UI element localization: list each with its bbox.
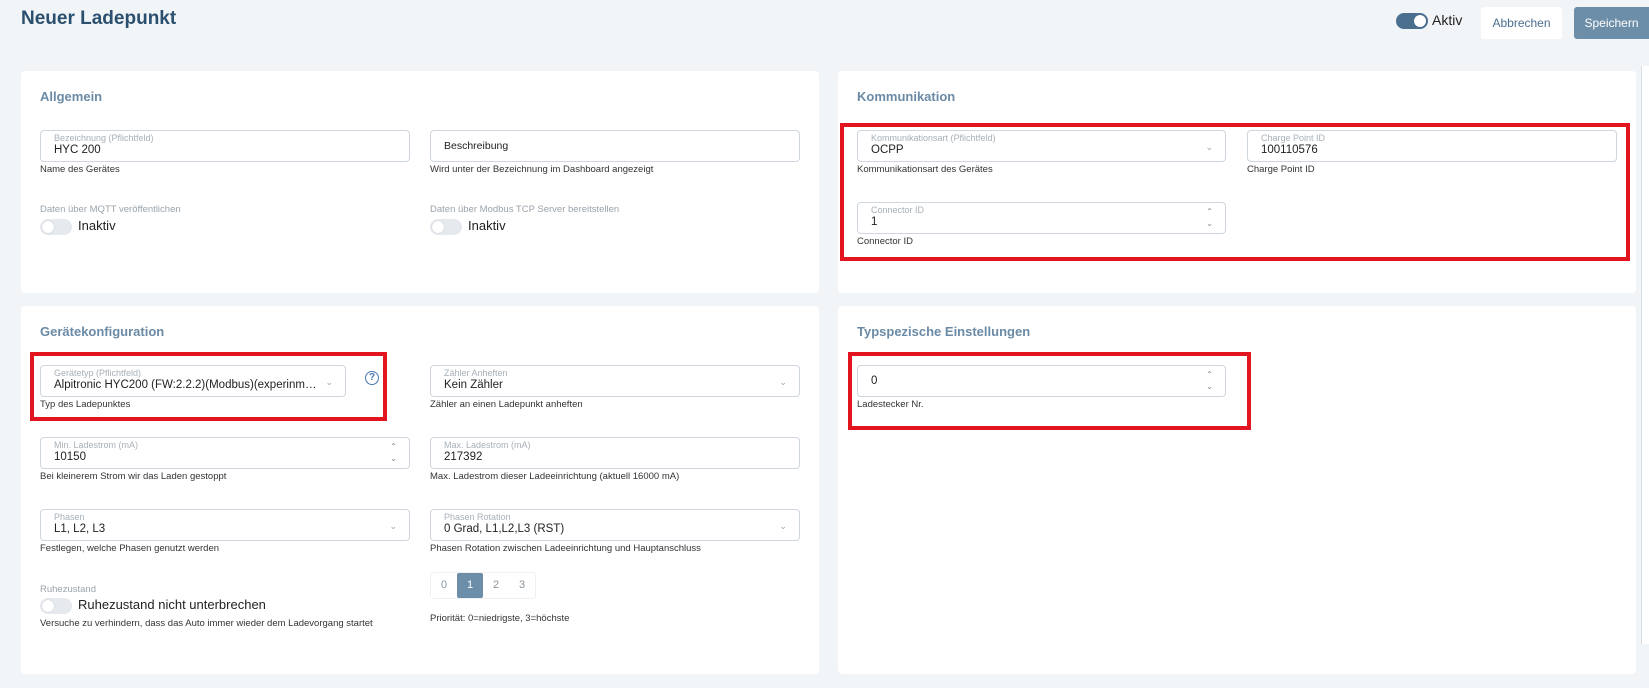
card-title: Gerätekonfiguration: [40, 324, 165, 339]
field-value: 10150: [54, 451, 86, 463]
highlight-kommunikation: [840, 123, 1630, 261]
page-title: Neuer Ladepunkt: [21, 8, 177, 29]
chevron-down-icon: ⌄: [779, 521, 787, 531]
priority-selector: 0 1 2 3: [430, 572, 536, 599]
field-value: HYC 200: [54, 144, 101, 156]
field-hint: Wird unter der Bezeichnung im Dashboard …: [430, 164, 654, 175]
priority-option-0[interactable]: 0: [431, 573, 457, 598]
priority-hint: Priorität: 0=niedrigste, 3=höchste: [430, 613, 570, 624]
modbus-state: Inaktiv: [468, 218, 506, 233]
scrollbar[interactable]: [1641, 66, 1649, 644]
field-label: Phasen: [54, 512, 85, 522]
field-value: 0 Grad, L1,L2,L3 (RST): [444, 523, 565, 535]
field-hint: Festlegen, welche Phasen genutzt werden: [40, 543, 220, 554]
highlight-ladestecker: [848, 352, 1251, 430]
mqtt-toggle[interactable]: [40, 219, 72, 235]
field-hint: Zähler an einen Ladepunkt anheften: [430, 399, 583, 410]
phasen-select[interactable]: Phasen L1, L2, L3 ⌄: [40, 509, 410, 541]
beschreibung-field[interactable]: Beschreibung: [430, 130, 800, 162]
field-value: 217392: [444, 451, 483, 463]
field-hint: Versuche zu verhindern, dass das Auto im…: [40, 618, 373, 629]
field-hint: Phasen Rotation zwischen Ladeeinrichtung…: [430, 543, 701, 554]
field-label: Zähler Anheften: [444, 368, 508, 378]
field-label: Min. Ladestrom (mA): [54, 440, 139, 450]
card-allgemein: Allgemein Bezeichnung (Pflichtfeld) HYC …: [21, 71, 819, 293]
ruhezustand-label: Ruhezustand: [40, 584, 96, 595]
chevron-down-icon: ⌄: [389, 521, 397, 531]
field-label: Max. Ladestrom (mA): [444, 440, 531, 450]
save-button[interactable]: Speichern: [1574, 7, 1649, 39]
field-label: Phasen Rotation: [444, 512, 511, 522]
field-hint: Bei kleinerem Strom wir das Laden gestop…: [40, 471, 227, 482]
field-placeholder: Beschreibung: [444, 140, 509, 152]
max-ladestrom-field[interactable]: Max. Ladestrom (mA) 217392: [430, 437, 800, 469]
active-toggle-label: Aktiv: [1432, 12, 1463, 28]
active-toggle[interactable]: [1396, 13, 1428, 29]
field-value: L1, L2, L3: [54, 523, 106, 535]
priority-option-3[interactable]: 3: [509, 573, 535, 598]
field-label: Bezeichnung (Pflichtfeld): [54, 133, 154, 143]
field-hint: Name des Gerätes: [40, 164, 120, 175]
modbus-label: Daten über Modbus TCP Server bereitstell…: [430, 204, 620, 215]
ruhezustand-state: Ruhezustand nicht unterbrechen: [78, 597, 266, 612]
bezeichnung-field[interactable]: Bezeichnung (Pflichtfeld) HYC 200: [40, 130, 410, 162]
card-title: Allgemein: [40, 89, 103, 104]
phasen-rotation-select[interactable]: Phasen Rotation 0 Grad, L1,L2,L3 (RST) ⌄: [430, 509, 800, 541]
field-value: Kein Zähler: [444, 379, 503, 391]
mqtt-state: Inaktiv: [78, 218, 116, 233]
priority-option-1[interactable]: 1: [457, 573, 483, 598]
zaehler-select[interactable]: Zähler Anheften Kein Zähler ⌄: [430, 365, 800, 397]
field-hint: Max. Ladestrom dieser Ladeeinrichtung (a…: [430, 471, 680, 482]
min-ladestrom-field[interactable]: Min. Ladestrom (mA) 10150 ⌃ ⌄: [40, 437, 410, 469]
cancel-button[interactable]: Abbrechen: [1481, 7, 1562, 39]
highlight-geraetetyp: [30, 352, 387, 421]
modbus-toggle[interactable]: [430, 219, 462, 235]
mqtt-label: Daten über MQTT veröffentlichen: [40, 204, 181, 215]
card-title: Kommunikation: [857, 89, 956, 104]
spinner-icon[interactable]: ⌃ ⌄: [390, 441, 397, 465]
chevron-down-icon: ⌄: [779, 377, 787, 387]
card-title: Typspezische Einstellungen: [857, 324, 1031, 339]
priority-option-2[interactable]: 2: [483, 573, 509, 598]
ruhezustand-toggle[interactable]: [40, 598, 72, 614]
